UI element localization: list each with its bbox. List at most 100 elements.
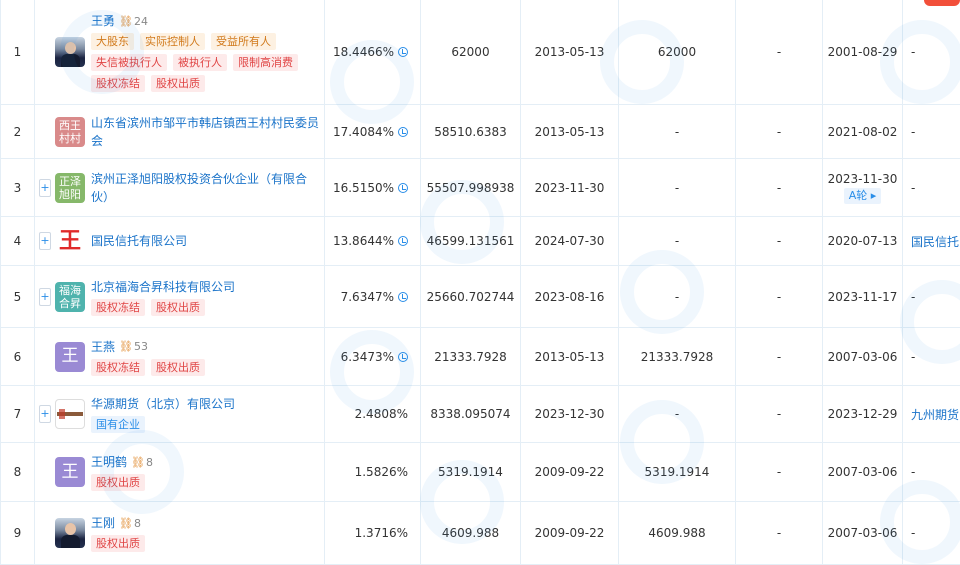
paid-date: - <box>736 328 823 386</box>
related-product: - <box>903 105 960 159</box>
status-tag[interactable]: 股权出质 <box>151 299 205 316</box>
status-tag[interactable]: 失信被执行人 <box>91 54 167 71</box>
shareholder-cell: 西王村村山东省滨州市邹平市韩店镇西王村村民委员会 <box>35 105 325 159</box>
status-tag[interactable]: 实际控制人 <box>140 33 205 50</box>
trend-icon[interactable] <box>398 236 408 246</box>
row-index: 4 <box>1 217 35 266</box>
row-index: 1 <box>1 0 35 105</box>
expand-button[interactable]: + <box>39 232 51 250</box>
first-hold-date: 2021-08-02 <box>823 125 902 139</box>
count-value: 53 <box>134 340 148 353</box>
related-count[interactable]: ⛓53 <box>119 340 148 353</box>
share-percentage-cell: 13.8644% <box>325 217 421 266</box>
table-row: 2西王村村山东省滨州市邹平市韩店镇西王村村民委员会17.4084%58510.6… <box>1 105 960 159</box>
shareholder-name-link[interactable]: 王勇 <box>91 12 115 30</box>
first-hold-date: 2007-03-06 <box>823 465 902 479</box>
status-tag[interactable]: 股权出质 <box>151 75 205 92</box>
related-count[interactable]: ⛓24 <box>119 15 148 28</box>
shareholder-name-link[interactable]: 滨州正泽旭阳股权投资合伙企业（有限合伙） <box>91 170 324 206</box>
shareholder-info: 王勇 ⛓24 大股东实际控制人受益所有人失信被执行人被执行人限制高消费股权冻结股权出… <box>35 12 324 92</box>
status-tag[interactable]: 股权出质 <box>151 359 205 376</box>
expand-button[interactable]: + <box>39 405 51 423</box>
paid-date: - <box>736 266 823 328</box>
tag-list: 股权出质 <box>91 474 324 491</box>
first-hold-date: 2020-07-13 <box>823 234 902 248</box>
shareholder-info: +王国民信托有限公司 <box>35 226 324 256</box>
tag-list: 股权出质 <box>91 535 324 552</box>
subscribed-date: 2013-05-13 <box>521 105 619 159</box>
shareholder-name-link[interactable]: 王刚 <box>91 514 115 532</box>
status-tag[interactable]: 受益所有人 <box>211 33 276 50</box>
row-index: 7 <box>1 386 35 443</box>
paid-date: - <box>736 159 823 217</box>
shareholder-name-link[interactable]: 华源期货（北京）有限公司 <box>91 395 235 413</box>
shareholder-info: + 华源期货（北京）有限公司国有企业 <box>35 395 324 433</box>
shareholder-cell: 王刚 ⛓8 股权出质 <box>35 502 325 565</box>
status-tag[interactable]: 限制高消费 <box>233 54 298 71</box>
trend-icon[interactable] <box>398 352 408 362</box>
related-count[interactable]: ⛓8 <box>119 517 141 530</box>
shareholder-info: +正泽旭阳滨州正泽旭阳股权投资合伙企业（有限合伙） <box>35 170 324 206</box>
subscribed-date: 2023-08-16 <box>521 266 619 328</box>
status-tag[interactable]: 股权出质 <box>91 535 145 552</box>
first-hold-date-cell: 2023-12-29 <box>823 386 903 443</box>
shareholder-name-link[interactable]: 王明鹤 <box>91 453 127 471</box>
table-row: 3+正泽旭阳滨州正泽旭阳股权投资合伙企业（有限合伙）16.5150%55507.… <box>1 159 960 217</box>
first-hold-date-cell: 2023-11-30A轮 ▸ <box>823 159 903 217</box>
shareholder-name-link[interactable]: 国民信托有限公司 <box>91 232 187 250</box>
subscribed-date: 2023-11-30 <box>521 159 619 217</box>
table-row: 9王刚⛓8股权出质1.3716%4609.9882009-09-224609.9… <box>1 502 960 565</box>
table-row: 5+福海合昇北京福海合昇科技有限公司股权冻结股权出质7.6347%25660.7… <box>1 266 960 328</box>
status-tag[interactable]: 国有企业 <box>91 416 145 433</box>
status-tag[interactable]: 股权冻结 <box>91 75 145 92</box>
related-product[interactable]: 九州期货 <box>903 386 960 443</box>
count-value: 8 <box>146 456 153 469</box>
first-hold-date-cell: 2007-03-06 <box>823 443 903 502</box>
first-hold-date-cell: 2021-08-02 <box>823 105 903 159</box>
shareholder-name-link[interactable]: 北京福海合昇科技有限公司 <box>91 278 235 296</box>
expand-button[interactable]: + <box>39 288 51 306</box>
status-tag[interactable]: 股权出质 <box>91 474 145 491</box>
paid-date: - <box>736 105 823 159</box>
status-tag[interactable]: 股权冻结 <box>91 359 145 376</box>
table-row: 1 王勇 ⛓24 大股东实际控制人受益所有人失信被执行人被执行人限制高消费股权冻结股权… <box>1 0 960 105</box>
trend-icon[interactable] <box>398 127 408 137</box>
status-tag[interactable]: 被执行人 <box>173 54 227 71</box>
expand-button[interactable]: + <box>39 179 51 197</box>
first-hold-date: 2001-08-29 <box>823 45 902 59</box>
shareholder-info: 王王明鹤⛓8股权出质 <box>35 453 324 491</box>
share-percentage: 6.3473% <box>341 350 394 364</box>
subscribed-amount: 4609.988 <box>421 502 521 565</box>
related-count[interactable]: ⛓8 <box>131 456 153 469</box>
tag-list: 股权冻结股权出质 <box>91 299 324 316</box>
paid-amount: 62000 <box>619 0 736 105</box>
shareholder-name-link[interactable]: 王燕 <box>91 338 115 356</box>
first-hold-date-cell: 2001-08-29 <box>823 0 903 105</box>
share-percentage-cell: 2.4808% <box>325 386 421 443</box>
status-tag[interactable]: 大股东 <box>91 33 134 50</box>
share-percentage: 2.4808% <box>355 407 408 421</box>
shareholder-info: +福海合昇北京福海合昇科技有限公司股权冻结股权出质 <box>35 278 324 316</box>
related-product: - <box>903 266 960 328</box>
shareholder-info: 王刚 ⛓8 股权出质 <box>35 514 324 552</box>
share-percentage-cell: 17.4084% <box>325 105 421 159</box>
shareholder-name-link[interactable]: 山东省滨州市邹平市韩店镇西王村村民委员会 <box>91 114 324 150</box>
trend-icon[interactable] <box>398 47 408 57</box>
row-index: 5 <box>1 266 35 328</box>
round-badge[interactable]: A轮 ▸ <box>844 188 882 204</box>
subscribed-amount: 21333.7928 <box>421 328 521 386</box>
company-logo: 王 <box>55 226 85 256</box>
trend-icon[interactable] <box>398 183 408 193</box>
status-tag[interactable]: 股权冻结 <box>91 299 145 316</box>
trend-icon[interactable] <box>398 292 408 302</box>
related-product[interactable]: 国民信托 <box>903 217 960 266</box>
paid-amount: - <box>619 217 736 266</box>
subscribed-amount: 55507.998938 <box>421 159 521 217</box>
first-hold-date-cell: 2007-03-06 <box>823 502 903 565</box>
paid-amount: - <box>619 386 736 443</box>
tag-list: 国有企业 <box>91 416 324 433</box>
share-percentage: 7.6347% <box>341 290 394 304</box>
paid-date: - <box>736 502 823 565</box>
share-percentage-cell: 1.3716% <box>325 502 421 565</box>
table-row: 8王王明鹤⛓8股权出质1.5826%5319.19142009-09-22531… <box>1 443 960 502</box>
